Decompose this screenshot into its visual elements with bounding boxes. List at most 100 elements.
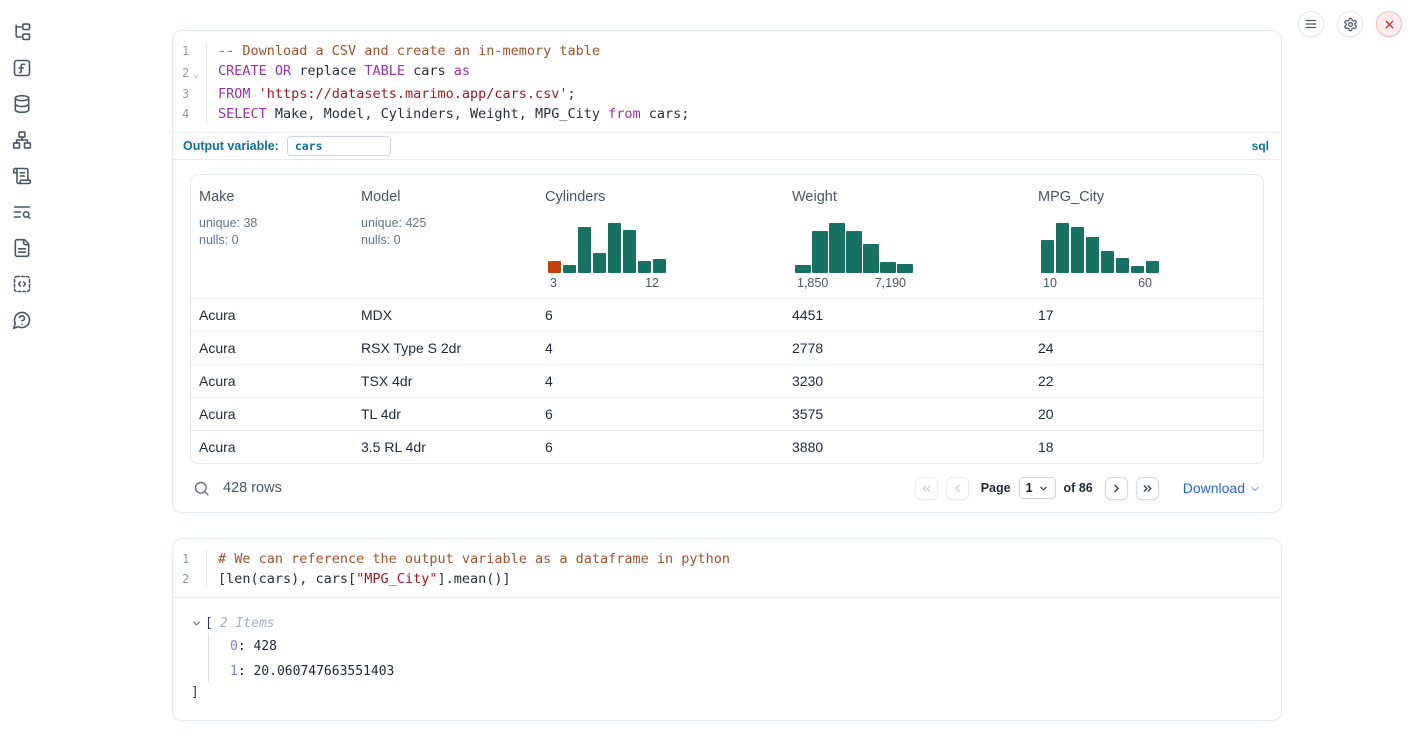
column-header[interactable]: Cylinders312: [537, 175, 784, 298]
code-text: [len(cars), cars["MPG_City"].mean()]: [207, 570, 511, 590]
prev-page-button[interactable]: [946, 477, 969, 500]
table-cell: MDX: [353, 307, 537, 323]
hist-bar: [1056, 223, 1069, 273]
settings-button[interactable]: [1337, 11, 1363, 37]
table-search-button[interactable]: [193, 480, 210, 497]
table-row: AcuraMDX6445117: [191, 298, 1263, 331]
dependency-graph-icon[interactable]: [12, 130, 32, 150]
file-text-icon[interactable]: [12, 238, 32, 258]
table-cell: 2778: [784, 340, 1030, 356]
menu-button[interactable]: [1298, 11, 1324, 37]
line-number: 2⌄: [173, 62, 207, 86]
code-text: CREATE OR replace TABLE cars as: [207, 62, 470, 86]
column-title: Model: [361, 189, 529, 205]
table-cell: RSX Type S 2dr: [353, 340, 537, 356]
database-icon[interactable]: [12, 94, 32, 114]
hist-bar: [812, 231, 828, 273]
hist-bar: [1101, 251, 1114, 273]
table-cell: 22: [1030, 373, 1263, 389]
chevrons-right-icon: [1141, 482, 1154, 495]
column-stats: unique: 425nulls: 0: [361, 215, 529, 249]
column-title: Weight: [792, 189, 1022, 205]
hist-bar: [608, 223, 621, 273]
hist-bar: [593, 253, 606, 273]
column-header[interactable]: Model unique: 425nulls: 0: [353, 175, 537, 298]
open-bracket: [: [205, 616, 213, 631]
hist-bar: [863, 244, 879, 273]
python-cell-output: [ 2 Items 0: 4281: 20.060747663551403 ]: [173, 597, 1281, 720]
hist-axis-labels: 312: [548, 273, 666, 290]
sql-cell: 1 -- Download a CSV and create an in-memo…: [172, 30, 1282, 513]
menu-icon: [1304, 17, 1318, 31]
code-line: 2[len(cars), cars["MPG_City"].mean()]: [173, 570, 1281, 590]
language-badge: sql: [1252, 139, 1271, 153]
table-cell: 17: [1030, 307, 1263, 323]
hist-bar: [653, 259, 666, 273]
help-circle-icon[interactable]: [12, 310, 32, 330]
line-number: 2: [173, 570, 207, 590]
tree-collapse-button[interactable]: [191, 618, 205, 629]
output-variable-input[interactable]: [287, 136, 391, 156]
table-cell: Acura: [191, 307, 353, 323]
hist-axis-labels: 1060: [1041, 273, 1159, 290]
column-header[interactable]: Weight 1,8507,190: [784, 175, 1030, 298]
table-cell: 4: [537, 373, 784, 389]
close-bracket: ]: [191, 682, 1263, 702]
chevron-right-icon: [1110, 482, 1123, 495]
tree-items: 0: 4281: 20.060747663551403: [208, 633, 1263, 682]
hist-bar: [638, 261, 651, 273]
table-cell: 4: [537, 340, 784, 356]
table-row: AcuraRSX Type S 2dr4277824: [191, 331, 1263, 364]
first-page-button[interactable]: [915, 477, 938, 500]
line-number: 4: [173, 105, 207, 125]
chevron-left-icon: [951, 482, 964, 495]
chevron-down-icon: [1038, 483, 1049, 494]
table-cell: 20: [1030, 406, 1263, 422]
python-code-editor[interactable]: 1# We can reference the output variable …: [173, 539, 1281, 597]
column-stats: unique: 38nulls: 0: [199, 215, 345, 249]
file-tree-icon[interactable]: [12, 22, 32, 42]
tree-entry: 1: 20.060747663551403: [230, 664, 1263, 679]
download-label: Download: [1183, 480, 1245, 496]
code-text: # We can reference the output variable a…: [207, 550, 730, 570]
table-cell: Acura: [191, 439, 353, 455]
sql-cell-output: Make unique: 38nulls: 0 Model unique: 425nu…: [173, 160, 1281, 512]
table-cell: 18: [1030, 439, 1263, 455]
column-histogram: 1,8507,190: [795, 223, 913, 290]
column-title: MPG_City: [1038, 189, 1255, 205]
table-row: AcuraTSX 4dr4323022: [191, 364, 1263, 397]
hist-bar: [1116, 258, 1129, 273]
table-footer: 428 rows Page 1 of 86: [190, 464, 1264, 512]
scroll-text-icon[interactable]: [12, 166, 32, 186]
sql-code-editor[interactable]: 1-- Download a CSV and create an in-memo…: [173, 31, 1281, 132]
column-histogram: 312: [548, 223, 666, 290]
table-cell: 24: [1030, 340, 1263, 356]
fold-chevron-icon[interactable]: ⌄: [193, 66, 198, 86]
list-search-icon[interactable]: [12, 202, 32, 222]
hist-bar: [1146, 261, 1159, 273]
hist-bar: [563, 265, 576, 273]
column-header[interactable]: Make unique: 38nulls: 0: [191, 175, 353, 298]
download-button[interactable]: Download: [1183, 480, 1261, 496]
output-variable-label: Output variable:: [183, 139, 279, 153]
next-page-button[interactable]: [1105, 477, 1128, 500]
table-cell: 3575: [784, 406, 1030, 422]
chevrons-left-icon: [920, 482, 933, 495]
snippets-code-icon[interactable]: [12, 274, 32, 294]
code-line: 4SELECT Make, Model, Cylinders, Weight, …: [173, 105, 1281, 125]
settings-gear-icon: [1343, 17, 1358, 32]
table-cell: 3.5 RL 4dr: [353, 439, 537, 455]
hist-bar: [548, 261, 561, 273]
code-text: -- Download a CSV and create an in-memor…: [207, 42, 600, 62]
column-header[interactable]: MPG_City 1060: [1030, 175, 1263, 298]
column-title: Make: [199, 189, 345, 205]
table-cell: 3230: [784, 373, 1030, 389]
table-cell: 4451: [784, 307, 1030, 323]
table-cell: 6: [537, 406, 784, 422]
code-text: SELECT Make, Model, Cylinders, Weight, M…: [207, 105, 689, 125]
shutdown-button[interactable]: [1376, 11, 1402, 37]
page-select[interactable]: 1: [1019, 477, 1056, 499]
last-page-button[interactable]: [1136, 477, 1159, 500]
hist-axis-labels: 1,8507,190: [795, 273, 913, 290]
function-square-icon[interactable]: [12, 58, 32, 78]
